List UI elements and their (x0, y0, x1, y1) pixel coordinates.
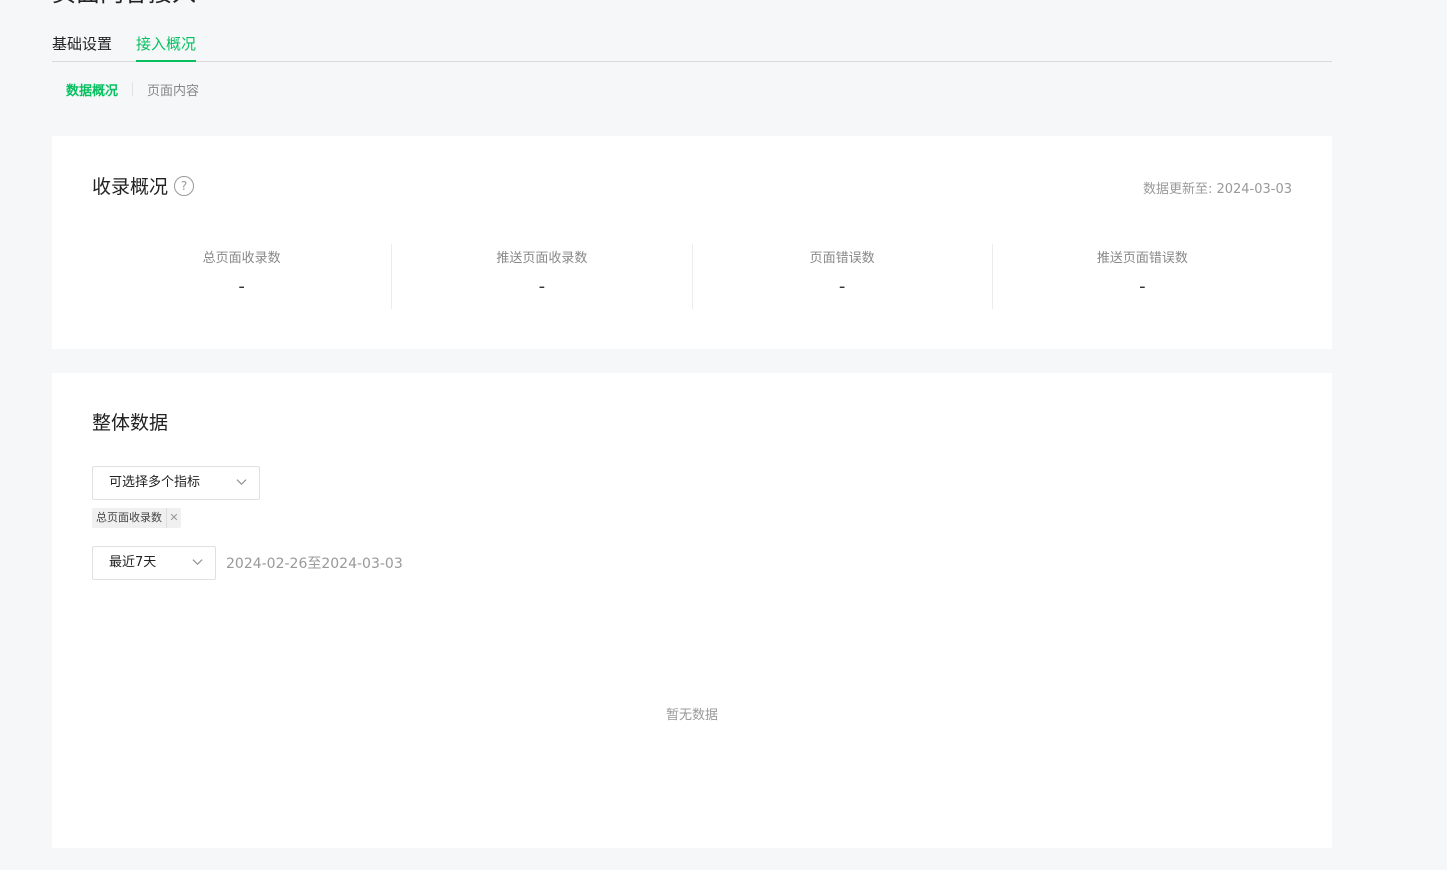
stat-value: - (238, 276, 245, 297)
overall-data-title: 整体数据 (92, 412, 169, 434)
sub-tabs: 数据概况 页面内容 (66, 79, 199, 99)
overview-title-row: 收录概况? (92, 174, 195, 200)
stat-value: - (1139, 276, 1146, 297)
stat-value: - (538, 276, 546, 297)
stat-label: 推送页面收录数 (496, 251, 588, 266)
stat-label: 页面错误数 (809, 251, 875, 266)
stat-pushed-indexed: 推送页面收录数 - (391, 244, 691, 309)
metric-select-value: 可选择多个指标 (109, 475, 201, 490)
subtab-page-content[interactable]: 页面内容 (147, 80, 199, 99)
selected-metric-tag: 总页面收录数 ✕ (92, 508, 181, 528)
close-icon[interactable]: ✕ (166, 508, 181, 528)
chevron-down-icon (192, 559, 203, 566)
tab-basic-settings[interactable]: 基础设置 (52, 34, 112, 54)
subtab-divider (132, 82, 134, 96)
stat-label: 总页面收录数 (202, 251, 281, 266)
subtab-data-overview[interactable]: 数据概况 (66, 80, 118, 99)
stat-page-errors: 页面错误数 - (691, 244, 992, 309)
date-range: 2024-02-26至2024-03-03 (226, 556, 403, 572)
period-select[interactable]: 最近7天 (92, 546, 216, 580)
tag-label: 总页面收录数 (96, 511, 162, 524)
empty-state: 暂无数据 (665, 708, 718, 723)
overview-card: 收录概况? 数据更新至: 2024-03-03 总页面收录数 - 推送页面收录数… (52, 136, 1332, 349)
period-select-value: 最近7天 (109, 555, 157, 570)
update-info: 数据更新至: 2024-03-03 (1142, 182, 1292, 197)
page-heading: 页面内容接入 (52, 0, 196, 8)
stat-pushed-errors: 推送页面错误数 - (991, 244, 1292, 309)
tab-access-overview[interactable]: 接入概况 (136, 34, 197, 62)
chevron-down-icon (236, 479, 247, 486)
overall-data-card: 整体数据 可选择多个指标 总页面收录数 ✕ 最近7天 2024-02-26至20… (52, 373, 1332, 848)
question-circle-icon[interactable]: ? (174, 175, 195, 196)
overview-title: 收录概况 (92, 176, 169, 198)
stat-total-indexed: 总页面收录数 - (92, 244, 391, 309)
metric-select[interactable]: 可选择多个指标 (92, 466, 260, 500)
stat-value: - (838, 276, 846, 297)
stat-label: 推送页面错误数 (1096, 251, 1188, 266)
overview-stats: 总页面收录数 - 推送页面收录数 - 页面错误数 - 推送页面错误数 - (92, 244, 1292, 309)
main-tabs: 基础设置 接入概况 (52, 30, 1332, 62)
page: 页面内容接入 基础设置 接入概况 数据概况 页面内容 收录概况? 数据更新至: … (0, 0, 1447, 870)
